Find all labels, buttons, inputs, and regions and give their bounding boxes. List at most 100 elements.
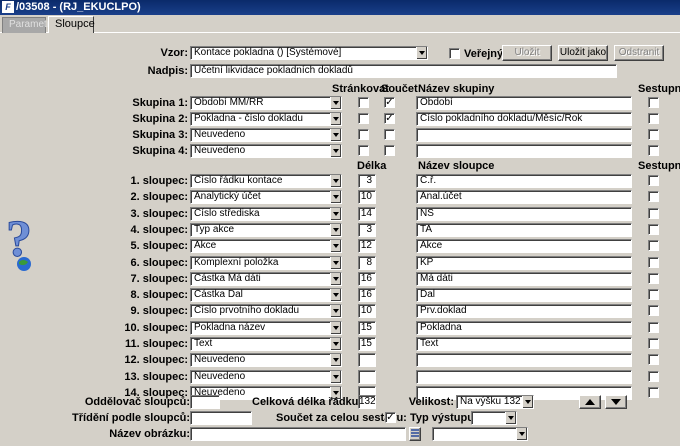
column-select[interactable]: Pokladna název	[190, 320, 342, 335]
column-sestupne-checkbox[interactable]	[648, 191, 659, 203]
column-name-input[interactable]	[416, 353, 632, 368]
chevron-down-icon[interactable]	[330, 321, 341, 334]
column-sestupne-checkbox[interactable]	[648, 386, 659, 398]
column-sestupne-checkbox[interactable]	[648, 175, 659, 186]
ulozit-jako-button[interactable]: Uložit jako	[558, 45, 608, 61]
column-length-input[interactable]	[358, 369, 376, 384]
column-name-input[interactable]: KP	[416, 255, 632, 270]
column-sestupne-checkbox[interactable]	[648, 256, 659, 268]
column-sestupne-checkbox[interactable]	[648, 207, 659, 219]
tab-sloupce[interactable]: Sloupce	[48, 16, 95, 33]
move-down-button[interactable]	[605, 395, 627, 409]
nazev-obrazku-input[interactable]	[190, 427, 406, 441]
column-sestupne-checkbox[interactable]	[648, 223, 659, 235]
column-length-input[interactable]: 16	[358, 288, 376, 303]
group-name-input[interactable]: Číslo pokladního dokladu/Měsíc/Rok	[416, 112, 632, 126]
column-length-input[interactable]: 15	[358, 337, 376, 351]
chevron-down-icon[interactable]	[330, 113, 341, 125]
column-select[interactable]: Číslo řádku kontace	[190, 174, 342, 188]
column-length-input[interactable]: 3	[358, 222, 376, 237]
oddelovac-input[interactable]	[190, 395, 220, 409]
strankovat-checkbox[interactable]	[358, 145, 369, 156]
verejny-checkbox[interactable]	[449, 48, 460, 59]
chevron-down-icon[interactable]	[330, 223, 341, 236]
column-select[interactable]: Částka Dal	[190, 288, 342, 303]
group-select[interactable]: Pokladna - číslo dokladu	[190, 112, 342, 126]
group-select[interactable]: Období MM/RR	[190, 96, 342, 110]
column-length-input[interactable]: 15	[358, 320, 376, 335]
chevron-down-icon[interactable]	[330, 129, 341, 141]
group-name-input[interactable]	[416, 144, 632, 158]
column-name-input[interactable]: NS	[416, 206, 632, 221]
chevron-down-icon[interactable]	[330, 272, 341, 285]
column-name-input[interactable]: Anal.účet	[416, 190, 632, 205]
obrazek-select[interactable]	[432, 427, 528, 441]
chevron-down-icon[interactable]	[330, 256, 341, 269]
column-length-input[interactable]: 8	[358, 255, 376, 270]
trideni-input[interactable]	[190, 411, 252, 425]
strankovat-checkbox[interactable]	[358, 113, 369, 124]
column-name-input[interactable]	[416, 369, 632, 384]
column-name-input[interactable]: Prv.doklad	[416, 304, 632, 319]
column-select[interactable]: Komplexní položka	[190, 255, 342, 270]
column-length-input[interactable]: 12	[358, 239, 376, 254]
ulozit-button[interactable]: Uložit	[502, 45, 552, 61]
browse-list-button[interactable]	[409, 427, 421, 441]
column-sestupne-checkbox[interactable]	[648, 289, 659, 301]
column-sestupne-checkbox[interactable]	[648, 338, 659, 349]
chevron-down-icon[interactable]	[330, 207, 341, 220]
soucet-checkbox[interactable]: ✓	[384, 97, 395, 108]
chevron-down-icon[interactable]	[330, 145, 341, 157]
strankovat-checkbox[interactable]	[358, 129, 369, 140]
chevron-down-icon[interactable]	[330, 97, 341, 109]
group-name-input[interactable]: Období	[416, 96, 632, 110]
chevron-down-icon[interactable]	[330, 175, 341, 187]
chevron-down-icon[interactable]	[330, 354, 341, 367]
chevron-down-icon[interactable]	[416, 47, 427, 59]
column-sestupne-checkbox[interactable]	[648, 272, 659, 284]
group-select[interactable]: Neuvedeno	[190, 128, 342, 142]
sestupne-checkbox[interactable]	[648, 145, 659, 156]
typ-vystupu-select[interactable]	[471, 411, 517, 425]
column-length-input[interactable]: 10	[358, 304, 376, 319]
column-length-input[interactable]: 10	[358, 190, 376, 205]
column-select[interactable]: Částka Má dáti	[190, 271, 342, 286]
sestupne-checkbox[interactable]	[648, 113, 659, 124]
column-length-input[interactable]: 3	[358, 174, 376, 188]
column-sestupne-checkbox[interactable]	[648, 321, 659, 333]
column-select[interactable]: Číslo střediska	[190, 206, 342, 221]
column-select[interactable]: Typ akce	[190, 222, 342, 237]
column-name-input[interactable]: Dal	[416, 288, 632, 303]
chevron-down-icon[interactable]	[505, 412, 516, 424]
column-length-input[interactable]: 16	[358, 271, 376, 286]
sestupne-checkbox[interactable]	[648, 97, 659, 108]
column-select[interactable]: Text	[190, 337, 342, 351]
velikost-select[interactable]: Na výšku 132 zn.	[456, 395, 534, 409]
column-sestupne-checkbox[interactable]	[648, 370, 659, 382]
chevron-down-icon[interactable]	[330, 370, 341, 383]
chevron-down-icon[interactable]	[516, 428, 527, 440]
soucet-sestavy-checkbox[interactable]: ✓	[385, 412, 396, 423]
chevron-down-icon[interactable]	[330, 305, 341, 318]
nadpis-input[interactable]: Účetní likvidace pokladních dokladů	[190, 64, 617, 78]
group-select[interactable]: Neuvedeno	[190, 144, 342, 158]
column-sestupne-checkbox[interactable]	[648, 240, 659, 252]
soucet-checkbox[interactable]	[384, 129, 395, 140]
column-name-input[interactable]: Č.ř.	[416, 174, 632, 188]
odstranit-button[interactable]: Odstranit	[614, 45, 664, 61]
strankovat-checkbox[interactable]	[358, 97, 369, 108]
chevron-down-icon[interactable]	[330, 338, 341, 350]
column-select[interactable]: Neuvedeno	[190, 353, 342, 368]
column-length-input[interactable]: 14	[358, 206, 376, 221]
move-up-button[interactable]	[579, 395, 601, 409]
chevron-down-icon[interactable]	[330, 240, 341, 253]
column-name-input[interactable]: Akce	[416, 239, 632, 254]
chevron-down-icon[interactable]	[522, 396, 533, 408]
column-select[interactable]: Analytický účet	[190, 190, 342, 205]
column-name-input[interactable]: TA	[416, 222, 632, 237]
vzor-select[interactable]: Kontace pokladna () [Systémové]	[190, 46, 428, 60]
column-name-input[interactable]: Pokladna	[416, 320, 632, 335]
column-name-input[interactable]: Text	[416, 337, 632, 351]
column-length-input[interactable]	[358, 353, 376, 368]
column-sestupne-checkbox[interactable]	[648, 305, 659, 317]
